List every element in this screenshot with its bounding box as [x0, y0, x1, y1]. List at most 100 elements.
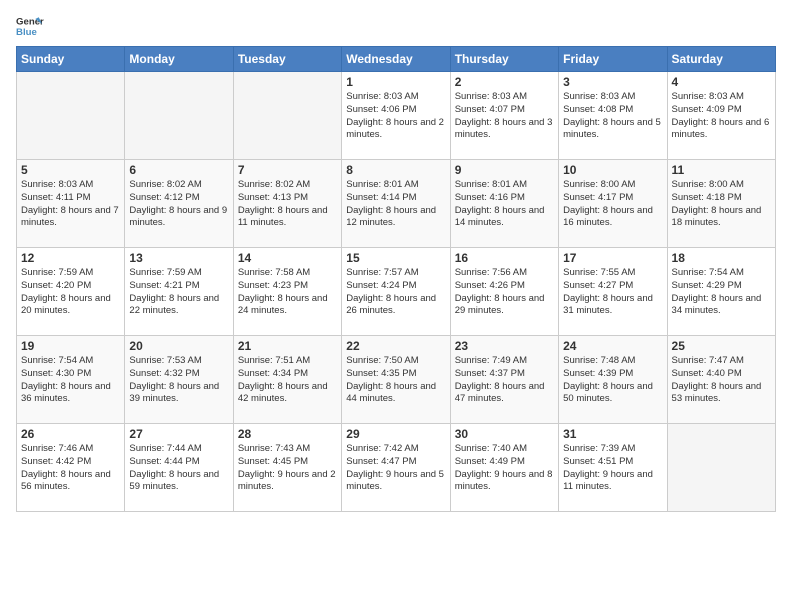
day-info: Sunrise: 8:01 AM Sunset: 4:14 PM Dayligh…: [346, 179, 445, 230]
day-info: Sunrise: 7:40 AM Sunset: 4:49 PM Dayligh…: [455, 443, 554, 494]
calendar-day-cell: 15Sunrise: 7:57 AM Sunset: 4:24 PM Dayli…: [342, 248, 450, 336]
day-info: Sunrise: 7:54 AM Sunset: 4:30 PM Dayligh…: [21, 355, 120, 406]
calendar-day-cell: 8 Sunrise: 8:01 AM Sunset: 4:14 PM Daylig…: [342, 160, 450, 248]
day-info: Sunrise: 7:48 AM Sunset: 4:39 PM Dayligh…: [563, 355, 662, 406]
day-number: 14: [238, 251, 337, 265]
calendar-day-cell: 4Sunrise: 8:03 AM Sunset: 4:09 PM Daylig…: [667, 72, 775, 160]
calendar-day-cell: [667, 424, 775, 512]
day-info: Sunrise: 7:50 AM Sunset: 4:35 PM Dayligh…: [346, 355, 445, 406]
day-number: 17: [563, 251, 662, 265]
calendar-day-cell: 9 Sunrise: 8:01 AM Sunset: 4:16 PM Daylig…: [450, 160, 558, 248]
day-info: Sunrise: 8:00 AM Sunset: 4:17 PM Dayligh…: [563, 179, 662, 230]
calendar-day-cell: 19 Sunrise: 7:54 AM Sunset: 4:30 PM Dayli…: [17, 336, 125, 424]
day-info: Sunrise: 8:02 AM Sunset: 4:13 PM Dayligh…: [238, 179, 337, 230]
calendar-day-cell: 10 Sunrise: 8:00 AM Sunset: 4:17 PM Dayli…: [559, 160, 667, 248]
weekday-header-wednesday: Wednesday: [342, 47, 450, 72]
calendar-day-cell: [125, 72, 233, 160]
logo: General Blue: [16, 12, 44, 40]
day-number: 6: [129, 163, 228, 177]
logo-icon: General Blue: [16, 12, 44, 40]
calendar-day-cell: 26 Sunrise: 7:46 AM Sunset: 4:42 PM Dayli…: [17, 424, 125, 512]
day-info: Sunrise: 7:49 AM Sunset: 4:37 PM Dayligh…: [455, 355, 554, 406]
day-info: Sunrise: 7:54 AM Sunset: 4:29 PM Dayligh…: [672, 267, 771, 318]
day-number: 12: [21, 251, 120, 265]
calendar-day-cell: 5 Sunrise: 8:03 AM Sunset: 4:11 PM Daylig…: [17, 160, 125, 248]
day-number: 8: [346, 163, 445, 177]
weekday-header-thursday: Thursday: [450, 47, 558, 72]
day-info: Sunrise: 8:01 AM Sunset: 4:16 PM Dayligh…: [455, 179, 554, 230]
day-number: 28: [238, 427, 337, 441]
calendar-day-cell: 12Sunrise: 7:59 AM Sunset: 4:20 PM Dayli…: [17, 248, 125, 336]
weekday-header-saturday: Saturday: [667, 47, 775, 72]
calendar-table: SundayMondayTuesdayWednesdayThursdayFrid…: [16, 46, 776, 512]
header: General Blue: [16, 12, 776, 40]
day-info: Sunrise: 7:44 AM Sunset: 4:44 PM Dayligh…: [129, 443, 228, 494]
calendar-day-cell: 24 Sunrise: 7:48 AM Sunset: 4:39 PM Dayli…: [559, 336, 667, 424]
day-number: 18: [672, 251, 771, 265]
calendar-day-cell: 27 Sunrise: 7:44 AM Sunset: 4:44 PM Dayli…: [125, 424, 233, 512]
day-number: 5: [21, 163, 120, 177]
day-number: 19: [21, 339, 120, 353]
calendar-day-cell: 2 Sunrise: 8:03 AM Sunset: 4:07 PM Daylig…: [450, 72, 558, 160]
calendar-day-cell: 18 Sunrise: 7:54 AM Sunset: 4:29 PM Dayli…: [667, 248, 775, 336]
calendar-day-cell: 16Sunrise: 7:56 AM Sunset: 4:26 PM Dayli…: [450, 248, 558, 336]
day-number: 25: [672, 339, 771, 353]
day-info: Sunrise: 8:03 AM Sunset: 4:11 PM Dayligh…: [21, 179, 120, 230]
day-number: 26: [21, 427, 120, 441]
day-number: 22: [346, 339, 445, 353]
calendar-day-cell: 23Sunrise: 7:49 AM Sunset: 4:37 PM Dayli…: [450, 336, 558, 424]
calendar-day-cell: 25Sunrise: 7:47 AM Sunset: 4:40 PM Dayli…: [667, 336, 775, 424]
calendar-week-row: 19 Sunrise: 7:54 AM Sunset: 4:30 PM Dayli…: [17, 336, 776, 424]
day-number: 21: [238, 339, 337, 353]
calendar-page: General Blue SundayMondayTuesdayWednesda…: [0, 0, 792, 612]
day-info: Sunrise: 7:46 AM Sunset: 4:42 PM Dayligh…: [21, 443, 120, 494]
day-number: 4: [672, 75, 771, 89]
calendar-week-row: 26 Sunrise: 7:46 AM Sunset: 4:42 PM Dayli…: [17, 424, 776, 512]
day-number: 13: [129, 251, 228, 265]
day-number: 24: [563, 339, 662, 353]
day-info: Sunrise: 7:39 AM Sunset: 4:51 PM Dayligh…: [563, 443, 662, 494]
calendar-day-cell: 21 Sunrise: 7:51 AM Sunset: 4:34 PM Dayli…: [233, 336, 341, 424]
calendar-day-cell: 22 Sunrise: 7:50 AM Sunset: 4:35 PM Dayli…: [342, 336, 450, 424]
weekday-header-sunday: Sunday: [17, 47, 125, 72]
weekday-header-friday: Friday: [559, 47, 667, 72]
svg-text:Blue: Blue: [16, 27, 37, 38]
calendar-day-cell: 30 Sunrise: 7:40 AM Sunset: 4:49 PM Dayli…: [450, 424, 558, 512]
day-info: Sunrise: 8:03 AM Sunset: 4:07 PM Dayligh…: [455, 91, 554, 142]
day-number: 2: [455, 75, 554, 89]
weekday-header-tuesday: Tuesday: [233, 47, 341, 72]
calendar-day-cell: 28Sunrise: 7:43 AM Sunset: 4:45 PM Dayli…: [233, 424, 341, 512]
day-info: Sunrise: 7:53 AM Sunset: 4:32 PM Dayligh…: [129, 355, 228, 406]
day-number: 11: [672, 163, 771, 177]
day-info: Sunrise: 8:02 AM Sunset: 4:12 PM Dayligh…: [129, 179, 228, 230]
day-number: 3: [563, 75, 662, 89]
calendar-day-cell: 7 Sunrise: 8:02 AM Sunset: 4:13 PM Daylig…: [233, 160, 341, 248]
day-info: Sunrise: 8:00 AM Sunset: 4:18 PM Dayligh…: [672, 179, 771, 230]
day-info: Sunrise: 7:58 AM Sunset: 4:23 PM Dayligh…: [238, 267, 337, 318]
day-number: 10: [563, 163, 662, 177]
day-number: 30: [455, 427, 554, 441]
day-info: Sunrise: 7:51 AM Sunset: 4:34 PM Dayligh…: [238, 355, 337, 406]
calendar-day-cell: 1Sunrise: 8:03 AM Sunset: 4:06 PM Daylig…: [342, 72, 450, 160]
day-number: 31: [563, 427, 662, 441]
day-info: Sunrise: 7:59 AM Sunset: 4:21 PM Dayligh…: [129, 267, 228, 318]
calendar-week-row: 1Sunrise: 8:03 AM Sunset: 4:06 PM Daylig…: [17, 72, 776, 160]
day-info: Sunrise: 8:03 AM Sunset: 4:06 PM Dayligh…: [346, 91, 445, 142]
day-number: 29: [346, 427, 445, 441]
day-info: Sunrise: 7:42 AM Sunset: 4:47 PM Dayligh…: [346, 443, 445, 494]
weekday-header-row: SundayMondayTuesdayWednesdayThursdayFrid…: [17, 47, 776, 72]
day-number: 9: [455, 163, 554, 177]
calendar-week-row: 5 Sunrise: 8:03 AM Sunset: 4:11 PM Daylig…: [17, 160, 776, 248]
calendar-day-cell: [233, 72, 341, 160]
day-info: Sunrise: 7:56 AM Sunset: 4:26 PM Dayligh…: [455, 267, 554, 318]
calendar-day-cell: 11 Sunrise: 8:00 AM Sunset: 4:18 PM Dayli…: [667, 160, 775, 248]
calendar-day-cell: 13 Sunrise: 7:59 AM Sunset: 4:21 PM Dayli…: [125, 248, 233, 336]
day-info: Sunrise: 8:03 AM Sunset: 4:08 PM Dayligh…: [563, 91, 662, 142]
calendar-day-cell: 20Sunrise: 7:53 AM Sunset: 4:32 PM Dayli…: [125, 336, 233, 424]
calendar-day-cell: 29 Sunrise: 7:42 AM Sunset: 4:47 PM Dayli…: [342, 424, 450, 512]
day-number: 27: [129, 427, 228, 441]
calendar-day-cell: 3 Sunrise: 8:03 AM Sunset: 4:08 PM Daylig…: [559, 72, 667, 160]
calendar-day-cell: 6 Sunrise: 8:02 AM Sunset: 4:12 PM Daylig…: [125, 160, 233, 248]
day-number: 7: [238, 163, 337, 177]
day-info: Sunrise: 7:55 AM Sunset: 4:27 PM Dayligh…: [563, 267, 662, 318]
